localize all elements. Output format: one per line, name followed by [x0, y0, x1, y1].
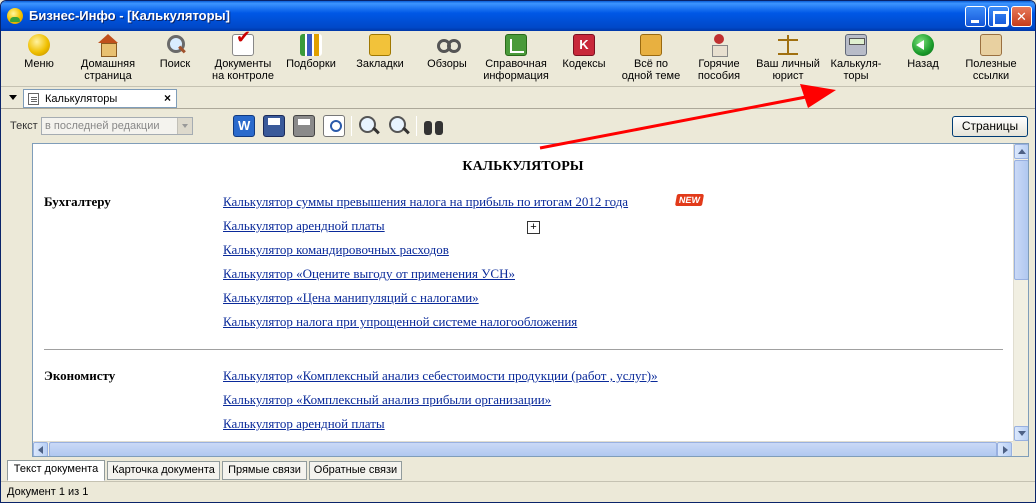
- tab-list-dropdown-icon[interactable]: [9, 95, 17, 100]
- document-content: КАЛЬКУЛЯТОРЫ Бухгалтеру Калькулятор сумм…: [33, 144, 1013, 441]
- calc-link[interactable]: Калькулятор арендной платы: [223, 218, 385, 234]
- main-toolbar: Меню Домашняя страница Поиск Документы н…: [1, 31, 1035, 87]
- chevron-down-icon: [177, 118, 192, 134]
- collections-icon: [300, 34, 322, 56]
- new-badge: NEW: [674, 194, 705, 206]
- toolbar-useful-links-button[interactable]: Полезные ссылки: [961, 33, 1021, 85]
- toolbar-codes-button[interactable]: K Кодексы: [557, 33, 611, 85]
- edition-select-value: в последней редакции: [45, 120, 160, 132]
- zoom-in-icon[interactable]: [358, 115, 380, 137]
- calc-link[interactable]: Калькулятор «Цена манипуляций с налогами…: [223, 290, 479, 306]
- document-content-frame: КАЛЬКУЛЯТОРЫ Бухгалтеру Калькулятор сумм…: [32, 143, 1029, 457]
- toolbar-reviews-button[interactable]: Обзоры: [421, 33, 473, 85]
- window-title: Бизнес-Инфо - [Калькуляторы]: [29, 8, 230, 23]
- find-binoculars-icon[interactable]: [423, 115, 445, 137]
- lawyer-scales-icon: [777, 34, 799, 56]
- bookmarks-icon: [369, 34, 391, 56]
- document-tab-calculators[interactable]: Калькуляторы ×: [23, 89, 177, 108]
- toolbar-documents-control-button[interactable]: Документы на контроле: [209, 31, 277, 85]
- horizontal-scrollbar[interactable]: [33, 441, 1013, 456]
- toolbar-menu-button[interactable]: Меню: [15, 33, 63, 85]
- hot-guides-icon: [708, 34, 730, 57]
- calc-link[interactable]: Калькулятор «Комплексный анализ себестои…: [223, 368, 658, 384]
- toolbar-reference-info-button[interactable]: Справочная информация: [481, 33, 551, 85]
- vertical-scrollbar[interactable]: [1013, 144, 1028, 441]
- one-topic-icon: [640, 34, 662, 56]
- scroll-left-icon[interactable]: [33, 442, 48, 456]
- reference-info-icon: [505, 34, 527, 56]
- menu-icon: [28, 34, 50, 56]
- status-text: Документ 1 из 1: [7, 486, 89, 498]
- codes-icon: K: [573, 34, 595, 56]
- toolbar-one-topic-button[interactable]: Всё по одной теме: [619, 33, 683, 85]
- calculator-icon: [845, 34, 867, 56]
- print-preview-icon[interactable]: [323, 115, 345, 137]
- zoom-out-icon[interactable]: [388, 115, 410, 137]
- toolbar-collections-button[interactable]: Подборки: [283, 33, 339, 85]
- app-logo-icon: [7, 8, 23, 24]
- toolbar-separator: [351, 116, 352, 136]
- section-label-economist: Экономисту: [44, 368, 116, 383]
- toolbar-separator: [416, 116, 417, 136]
- toolbar-back-button[interactable]: Назад: [901, 33, 945, 85]
- calc-link[interactable]: Калькулятор «Оцените выгоду от применени…: [223, 266, 515, 282]
- toolbar-hot-guides-button[interactable]: Горячие пособия: [691, 33, 747, 85]
- export-word-icon[interactable]: [233, 115, 255, 137]
- home-icon: [97, 34, 119, 57]
- documents-control-icon: [232, 31, 254, 56]
- app-window: Бизнес-Инфо - [Калькуляторы] ✕ Меню Дома…: [0, 0, 1036, 503]
- save-icon[interactable]: [263, 115, 285, 137]
- edition-select[interactable]: в последней редакции: [41, 117, 193, 135]
- bottom-tab-bar: Текст документа Карточка документа Прямы…: [1, 459, 1035, 481]
- calc-link[interactable]: Калькулятор «Комплексный анализ прибыли …: [223, 392, 551, 408]
- useful-links-icon: [980, 34, 1002, 56]
- tab-document-card[interactable]: Карточка документа: [107, 461, 220, 480]
- calc-link[interactable]: Калькулятор командировочных расходов: [223, 242, 449, 258]
- reviews-icon: [436, 34, 461, 56]
- document-tab-label: Калькуляторы: [45, 93, 118, 105]
- title-bar[interactable]: Бизнес-Инфо - [Калькуляторы] ✕: [1, 1, 1035, 31]
- scrollbar-corner: [1013, 441, 1028, 456]
- toolbar-search-button[interactable]: Поиск: [153, 33, 197, 85]
- pages-button[interactable]: Страницы: [952, 116, 1028, 137]
- calc-link[interactable]: Калькулятор арендной платы: [223, 416, 385, 432]
- maximize-button[interactable]: [988, 6, 1009, 27]
- toolbar-calculators-button[interactable]: Калькуля- торы: [827, 33, 885, 85]
- scroll-right-icon[interactable]: [997, 442, 1012, 456]
- horizontal-scroll-thumb[interactable]: [49, 442, 997, 456]
- page-title: КАЛЬКУЛЯТОРЫ: [462, 159, 584, 174]
- minimize-button[interactable]: [965, 6, 986, 27]
- print-icon[interactable]: [293, 115, 315, 137]
- calc-link[interactable]: Калькулятор налога при упрощенной систем…: [223, 314, 577, 330]
- toolbar-lawyer-button[interactable]: Ваш личный юрист: [755, 33, 821, 85]
- calc-link[interactable]: Калькулятор суммы превышения налога на п…: [223, 194, 628, 210]
- status-bar: Документ 1 из 1: [1, 481, 1035, 502]
- text-edition-label: Текст: [10, 120, 38, 132]
- scroll-up-icon[interactable]: [1014, 144, 1028, 159]
- toolbar-home-button[interactable]: Домашняя страница: [77, 33, 139, 85]
- search-icon: [164, 34, 186, 56]
- section-label-accountant: Бухгалтеру: [44, 194, 111, 209]
- close-button[interactable]: ✕: [1011, 6, 1032, 27]
- scroll-down-icon[interactable]: [1014, 426, 1028, 441]
- tab-document-text[interactable]: Текст документа: [7, 460, 105, 481]
- toolbar-bookmarks-button[interactable]: Закладки: [351, 33, 409, 85]
- tab-direct-links[interactable]: Прямые связи: [222, 461, 307, 480]
- document-tab-strip: Калькуляторы ×: [1, 87, 1035, 109]
- close-tab-icon[interactable]: ×: [164, 91, 171, 105]
- document-toolbar: Текст в последней редакции Страницы: [1, 110, 1035, 142]
- section-divider: [44, 349, 1003, 350]
- document-icon: [28, 93, 39, 105]
- tab-reverse-links[interactable]: Обратные связи: [309, 461, 402, 480]
- vertical-scroll-thumb[interactable]: [1014, 160, 1028, 280]
- expand-plus-icon[interactable]: +: [527, 221, 540, 234]
- back-arrow-icon: [912, 34, 934, 56]
